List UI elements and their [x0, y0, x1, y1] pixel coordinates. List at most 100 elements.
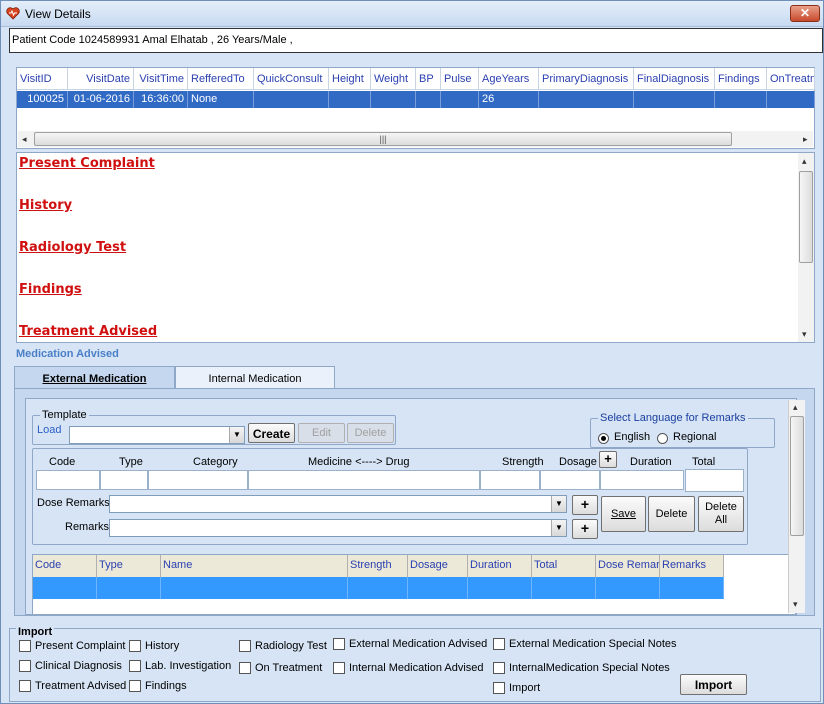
- save-button[interactable]: Save: [601, 496, 646, 532]
- scroll-right-icon[interactable]: ▸: [803, 134, 808, 145]
- add-dosage-button[interactable]: +: [599, 451, 617, 468]
- col-header[interactable]: QuickConsult: [254, 68, 329, 90]
- grid-cell[interactable]: 01-06-2016: [68, 91, 134, 108]
- category-input[interactable]: [148, 470, 248, 490]
- code-input[interactable]: [36, 470, 100, 490]
- grid-cell[interactable]: [441, 91, 479, 108]
- chk-internal-medication-special-notes[interactable]: [493, 662, 505, 674]
- col-header[interactable]: VisitDate: [68, 68, 134, 90]
- grid-cell[interactable]: [715, 91, 767, 108]
- list-col-header[interactable]: Total: [532, 555, 596, 577]
- list-cell[interactable]: [97, 577, 161, 599]
- chk-external-medication-advised[interactable]: [333, 638, 345, 650]
- chk-findings[interactable]: [129, 680, 141, 692]
- list-col-header[interactable]: Dosage: [408, 555, 468, 577]
- grid-cell[interactable]: [329, 91, 371, 108]
- import-button[interactable]: Import: [680, 674, 747, 695]
- col-header[interactable]: PrimaryDiagnosis: [539, 68, 634, 90]
- visits-grid[interactable]: VisitID VisitDate VisitTime RefferedTo Q…: [16, 67, 815, 149]
- chk-external-medication-special-notes[interactable]: [493, 638, 505, 650]
- col-header[interactable]: Pulse: [441, 68, 479, 90]
- list-col-header[interactable]: Strength: [348, 555, 408, 577]
- visits-horizontal-scrollbar[interactable]: ◂ ||| ▸: [18, 131, 813, 147]
- list-cell[interactable]: [161, 577, 348, 599]
- list-cell[interactable]: [348, 577, 408, 599]
- template-select[interactable]: ▼: [69, 426, 245, 444]
- delete-all-button[interactable]: Delete All: [698, 496, 744, 532]
- list-cell[interactable]: [468, 577, 532, 599]
- col-header[interactable]: OnTreatm: [767, 68, 815, 90]
- col-header[interactable]: VisitTime: [134, 68, 188, 90]
- grid-cell[interactable]: 16:36:00: [134, 91, 188, 108]
- strength-input[interactable]: [480, 470, 540, 490]
- chevron-down-icon[interactable]: ▼: [551, 496, 566, 512]
- scroll-down-icon[interactable]: ▾: [793, 599, 798, 610]
- col-header[interactable]: AgeYears: [479, 68, 539, 90]
- delete-button[interactable]: Delete: [648, 496, 695, 532]
- duration-input[interactable]: [600, 470, 684, 490]
- tab-external-medication[interactable]: External Medication: [14, 366, 175, 389]
- list-col-header[interactable]: Dose Remar: [596, 555, 660, 577]
- grid-cell[interactable]: 26: [479, 91, 539, 108]
- create-button[interactable]: Create: [248, 423, 295, 443]
- list-cell[interactable]: [660, 577, 724, 599]
- visit-row[interactable]: 100025 01-06-2016 16:36:00 None 26: [17, 91, 815, 108]
- list-col-header[interactable]: Code: [33, 555, 97, 577]
- radio-english[interactable]: [598, 433, 609, 444]
- list-col-header[interactable]: Name: [161, 555, 348, 577]
- medication-list-row[interactable]: [33, 577, 724, 599]
- list-col-header[interactable]: Remarks: [660, 555, 724, 577]
- grid-cell[interactable]: [371, 91, 416, 108]
- scroll-up-icon[interactable]: ▴: [802, 156, 807, 167]
- link-present-complaint[interactable]: Present Complaint: [19, 156, 155, 171]
- link-treatment-advised[interactable]: Treatment Advised: [19, 324, 157, 339]
- grid-cell[interactable]: [767, 91, 815, 108]
- close-button[interactable]: ✕: [790, 5, 820, 22]
- chk-import[interactable]: [493, 682, 505, 694]
- col-header[interactable]: Findings: [715, 68, 767, 90]
- grid-cell[interactable]: [539, 91, 634, 108]
- sections-vertical-scrollbar[interactable]: ▴ ▾: [798, 153, 814, 342]
- col-header[interactable]: FinalDiagnosis: [634, 68, 715, 90]
- chk-present-complaint[interactable]: [19, 640, 31, 652]
- col-header[interactable]: RefferedTo: [188, 68, 254, 90]
- delete-template-button[interactable]: Delete: [347, 423, 394, 443]
- add-remark-button[interactable]: +: [572, 519, 598, 539]
- col-header[interactable]: BP: [416, 68, 441, 90]
- chk-lab-investigation[interactable]: [129, 660, 141, 672]
- link-radiology-test[interactable]: Radiology Test: [19, 240, 126, 255]
- scroll-down-icon[interactable]: ▾: [802, 329, 807, 340]
- chk-on-treatment[interactable]: [239, 662, 251, 674]
- chevron-down-icon[interactable]: ▼: [551, 520, 566, 536]
- chk-clinical-diagnosis[interactable]: [19, 660, 31, 672]
- link-findings[interactable]: Findings: [19, 282, 82, 297]
- grid-cell[interactable]: 100025: [17, 91, 68, 108]
- col-header[interactable]: VisitID: [17, 68, 68, 90]
- edit-button[interactable]: Edit: [298, 423, 345, 443]
- grid-cell[interactable]: [254, 91, 329, 108]
- list-cell[interactable]: [408, 577, 468, 599]
- medication-vertical-scrollbar[interactable]: ▴ ▾: [788, 400, 805, 613]
- list-cell[interactable]: [532, 577, 596, 599]
- type-input[interactable]: [100, 470, 148, 490]
- medication-list-grid[interactable]: Code Type Name Strength Dosage Duration …: [32, 554, 796, 614]
- col-header[interactable]: Weight: [371, 68, 416, 90]
- total-input[interactable]: [685, 469, 744, 492]
- scroll-thumb[interactable]: [799, 171, 813, 263]
- scroll-left-icon[interactable]: ◂: [22, 134, 27, 145]
- chevron-down-icon[interactable]: ▼: [229, 427, 244, 443]
- remarks-select[interactable]: ▼: [109, 519, 567, 537]
- add-dose-remark-button[interactable]: +: [572, 495, 598, 515]
- grid-cell[interactable]: [634, 91, 715, 108]
- dose-remarks-select[interactable]: ▼: [109, 495, 567, 513]
- col-header[interactable]: Height: [329, 68, 371, 90]
- scroll-thumb[interactable]: [790, 416, 804, 536]
- scroll-thumb[interactable]: |||: [34, 132, 732, 146]
- link-history[interactable]: History: [19, 198, 72, 213]
- scroll-up-icon[interactable]: ▴: [793, 402, 798, 413]
- chk-internal-medication-advised[interactable]: [333, 662, 345, 674]
- chk-radiology-test[interactable]: [239, 640, 251, 652]
- medicine-input[interactable]: [248, 470, 480, 490]
- chk-treatment-advised[interactable]: [19, 680, 31, 692]
- list-col-header[interactable]: Type: [97, 555, 161, 577]
